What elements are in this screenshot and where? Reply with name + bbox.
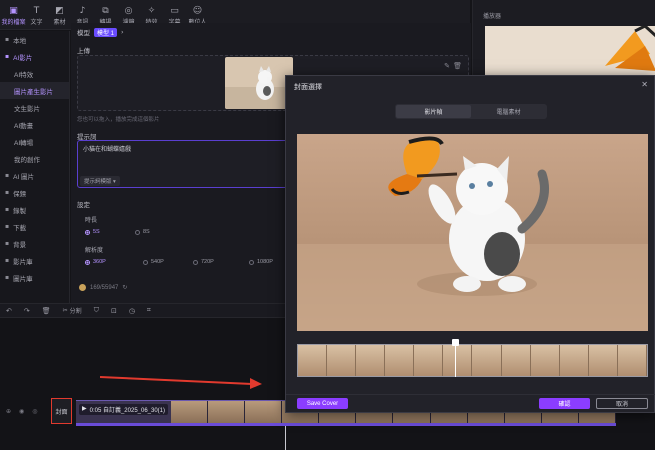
refresh-icon[interactable]: ↻	[122, 284, 127, 291]
prompt-template-button[interactable]: 提示詞模版 ▾	[80, 176, 120, 186]
settings-title: 設定	[77, 202, 90, 209]
sidebar: ▪ 本地 ▪ AI影片 AI特效 圖片產生影片 文生影片 AI動畫 AI轉場 我的創…	[0, 31, 70, 303]
edit-icon[interactable]: ✎	[444, 62, 450, 70]
delete-icon[interactable]: 🗑	[42, 307, 51, 315]
tab-computer-file[interactable]: 電腦素材	[471, 105, 546, 118]
resolution-option-540p[interactable]: 540P	[143, 259, 164, 265]
sidebar-item-local[interactable]: ▪ 本地	[0, 31, 69, 48]
credits-display: 169/55947 ↻	[79, 284, 127, 291]
sidebar-item-background[interactable]: ▪ 背景	[0, 235, 69, 252]
folder-icon: ▣	[9, 6, 18, 16]
timer-icon[interactable]: ◷	[129, 307, 135, 315]
tool-sticker[interactable]: ◩ 素材	[48, 1, 71, 29]
model-selector[interactable]: 模型 模型 1 ›	[77, 27, 124, 37]
redo-icon[interactable]: ↷	[24, 307, 30, 315]
lock-icon[interactable]: ⊕	[6, 408, 11, 415]
music-icon: ♪	[79, 6, 86, 16]
coin-icon	[79, 284, 86, 291]
avatar-icon: ☺	[192, 6, 203, 16]
close-icon[interactable]: ✕	[641, 80, 648, 89]
tool-text[interactable]: T 文字	[25, 1, 48, 29]
sidebar-item-my-creations[interactable]: 我的創作	[0, 150, 69, 167]
resolution-option-360p[interactable]: 360P	[85, 259, 106, 265]
folder-icon: ▪	[5, 36, 10, 43]
record-icon: ▪	[5, 206, 10, 213]
visibility-icon[interactable]: ◉	[19, 408, 24, 415]
confirm-button[interactable]: 確認	[539, 398, 590, 409]
sidebar-item-video-library[interactable]: ▪ 影片庫	[0, 252, 69, 269]
duration-label: 時長	[85, 218, 98, 224]
delete-icon[interactable]: 🗑	[453, 62, 462, 70]
image-icon: ▪	[5, 274, 10, 281]
duration-option-8s[interactable]: 8S	[135, 229, 150, 235]
track-controls: ⊕ ◉ ◎	[6, 408, 38, 415]
preview-image	[485, 26, 655, 76]
sidebar-item-guard[interactable]: ▪ 保鏢	[0, 184, 69, 201]
sidebar-item-ai-animation[interactable]: AI動畫	[0, 116, 69, 133]
transition-icon: ⧉	[102, 6, 109, 16]
effects-icon: ✧	[147, 6, 156, 16]
cover-preview-image	[297, 134, 648, 331]
sidebar-item-download[interactable]: ▪ 下載	[0, 218, 69, 235]
cover-selection-dialog: 封面選擇 ✕ 影片幀 電腦素材 Save Cover 確認 取消	[285, 75, 655, 413]
frame-marker-handle[interactable]	[452, 339, 459, 346]
sidebar-item-image-library[interactable]: ▪ 圖片庫	[0, 269, 69, 286]
sidebar-item-text-to-video[interactable]: 文生影片	[0, 99, 69, 116]
undo-icon[interactable]: ↶	[6, 307, 12, 315]
image-icon: ▪	[5, 172, 10, 179]
split-button[interactable]: ✂ 分割	[63, 306, 82, 315]
sidebar-item-image-to-video[interactable]: 圖片產生影片	[0, 82, 69, 99]
frame-strip[interactable]	[297, 344, 648, 377]
duration-option-5s[interactable]: 5S	[85, 229, 100, 235]
shield-icon[interactable]: ⛉	[94, 306, 99, 315]
tab-video-frame[interactable]: 影片幀	[396, 105, 471, 118]
tool-my-files[interactable]: ▣ 我的檔案	[2, 1, 26, 29]
sidebar-item-record[interactable]: ▪ 錄製	[0, 201, 69, 218]
upload-title: 上傳	[77, 48, 90, 55]
clip-label: ▶ 0:05 自訂義_2025_06_30(1)	[79, 404, 169, 415]
download-icon: ▪	[5, 223, 10, 230]
subtitle-icon: ▭	[170, 6, 179, 16]
video-icon: ▪	[5, 257, 10, 264]
cancel-button[interactable]: 取消	[596, 398, 648, 409]
filter-icon: ◎	[124, 6, 133, 16]
crop-icon[interactable]: ⌗	[147, 306, 151, 315]
resolution-label: 解析度	[85, 248, 104, 254]
resolution-option-1080p[interactable]: 1080P	[249, 259, 273, 265]
preview-title: 播放器	[483, 14, 502, 20]
source-tabs: 影片幀 電腦素材	[395, 104, 547, 119]
sidebar-item-ai-image[interactable]: ▪ AI 圖片	[0, 167, 69, 184]
background-icon: ▪	[5, 240, 10, 247]
resolution-option-720p[interactable]: 720P	[193, 259, 214, 265]
sidebar-item-ai-transition[interactable]: AI轉場	[0, 133, 69, 150]
annotation-arrow	[100, 376, 262, 389]
mute-icon[interactable]: ◎	[32, 408, 37, 415]
text-icon: T	[33, 6, 40, 16]
upload-hint: 您也可以拖入，播放完成這個影片	[77, 117, 160, 123]
save-cover-button[interactable]: Save Cover	[297, 398, 348, 409]
sidebar-item-ai-video[interactable]: ▪ AI影片	[0, 48, 69, 65]
text-icon[interactable]: ⊡	[111, 307, 117, 315]
cover-button[interactable]: 封面	[51, 398, 72, 424]
chevron-right-icon: ›	[121, 28, 124, 36]
shield-icon: ▪	[5, 189, 10, 196]
play-icon: ▶	[82, 405, 87, 412]
ai-icon: ▪	[5, 53, 10, 60]
uploaded-thumbnail	[225, 57, 293, 109]
sticker-icon: ◩	[55, 6, 64, 16]
scissors-icon: ✂	[62, 307, 68, 314]
model-badge: 模型 1	[94, 27, 118, 37]
sidebar-item-ai-effects[interactable]: AI特效	[0, 65, 69, 82]
dialog-title: 封面選擇	[294, 84, 322, 91]
